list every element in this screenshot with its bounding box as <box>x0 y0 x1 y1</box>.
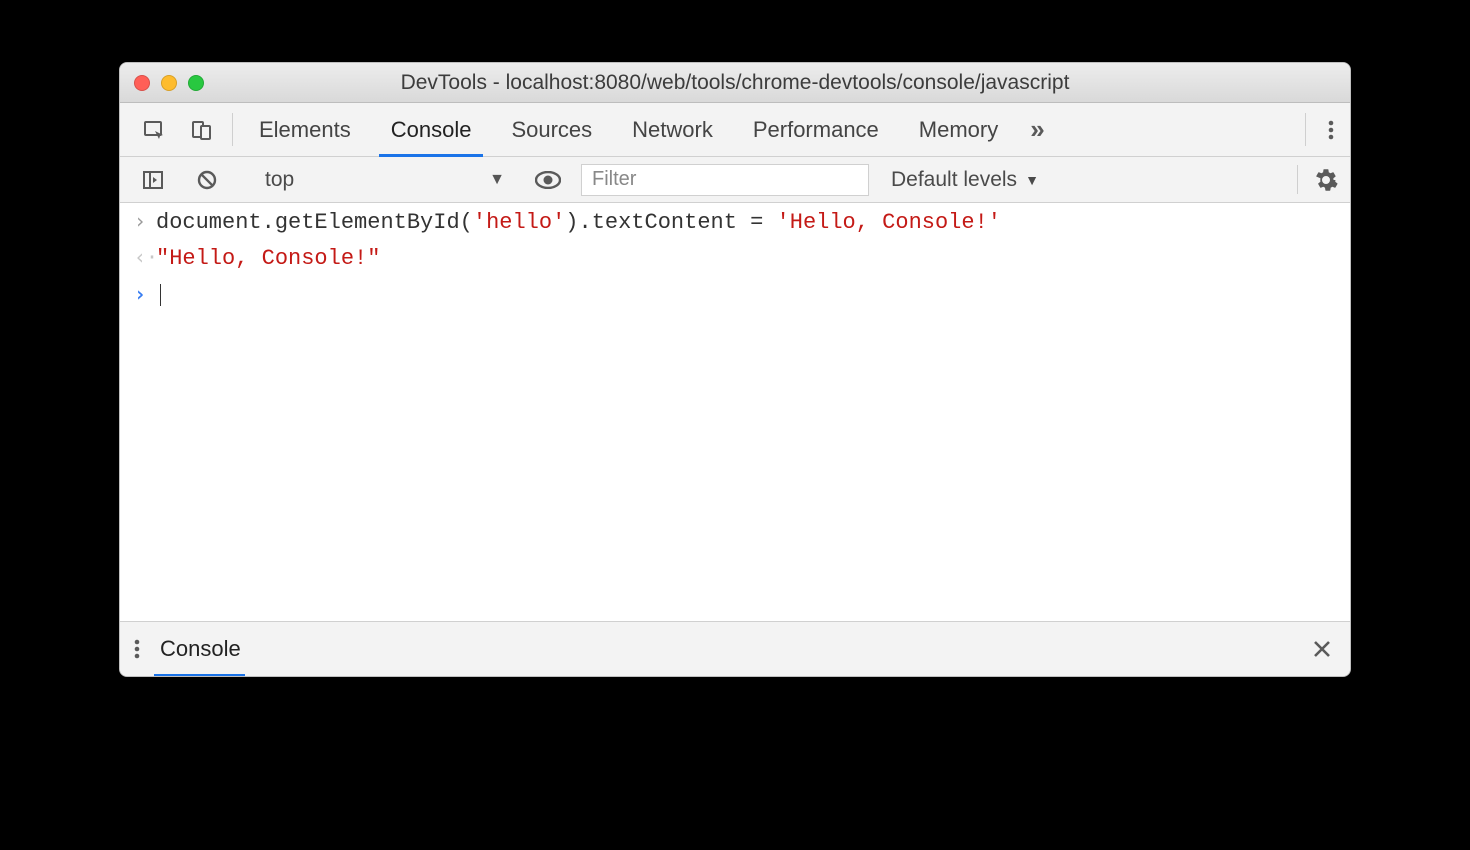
separator <box>232 113 233 146</box>
code-text: document.getElementById('hello').textCon… <box>156 205 1001 241</box>
output-marker-icon: ‹· <box>134 241 156 274</box>
prompt-input[interactable] <box>156 278 161 314</box>
console-prompt[interactable]: › <box>120 278 1350 314</box>
more-tabs-icon[interactable]: » <box>1018 103 1056 156</box>
separator <box>1297 165 1298 194</box>
tabs-right <box>1299 103 1350 156</box>
settings-gear-icon[interactable] <box>1302 157 1350 202</box>
kebab-menu-icon[interactable] <box>1312 103 1350 156</box>
main-tabs-bar: ElementsConsoleSourcesNetworkPerformance… <box>120 103 1350 157</box>
tab-network[interactable]: Network <box>612 103 733 156</box>
tab-elements[interactable]: Elements <box>239 103 371 156</box>
filter-input[interactable] <box>581 164 869 196</box>
devtools-window: DevTools - localhost:8080/web/tools/chro… <box>119 62 1351 677</box>
input-marker-icon: › <box>134 205 156 238</box>
console-toolbar: top ▼ Default levels ▼ <box>120 157 1350 203</box>
drawer-tab-console[interactable]: Console <box>154 622 255 676</box>
drawer-kebab-icon[interactable] <box>120 622 154 676</box>
tab-console[interactable]: Console <box>371 103 492 156</box>
levels-label: Default levels <box>891 168 1017 192</box>
window-close-button[interactable] <box>134 75 150 91</box>
code-text: "Hello, Console!" <box>156 241 380 277</box>
chevron-down-icon: ▼ <box>489 171 505 189</box>
console-input-line: ›document.getElementById('hello').textCo… <box>120 205 1350 241</box>
prompt-marker-icon: › <box>134 278 156 311</box>
window-title: DevTools - localhost:8080/web/tools/chro… <box>120 71 1350 95</box>
traffic-lights <box>120 75 204 91</box>
main-tabs: ElementsConsoleSourcesNetworkPerformance… <box>239 103 1018 156</box>
separator <box>1305 113 1306 146</box>
log-levels-selector[interactable]: Default levels ▼ <box>877 168 1053 192</box>
tab-performance[interactable]: Performance <box>733 103 899 156</box>
device-toolbar-icon[interactable] <box>178 103 226 156</box>
context-label: top <box>265 168 294 192</box>
drawer: Console <box>120 621 1350 676</box>
toggle-sidebar-icon[interactable] <box>130 169 176 191</box>
window-maximize-button[interactable] <box>188 75 204 91</box>
drawer-close-icon[interactable] <box>1294 622 1350 676</box>
chevron-down-icon: ▼ <box>1025 172 1039 188</box>
inspect-element-icon[interactable] <box>130 103 178 156</box>
window-minimize-button[interactable] <box>161 75 177 91</box>
titlebar: DevTools - localhost:8080/web/tools/chro… <box>120 63 1350 103</box>
clear-console-icon[interactable] <box>184 169 230 191</box>
live-expression-icon[interactable] <box>523 171 573 189</box>
console-output[interactable]: ›document.getElementById('hello').textCo… <box>120 203 1350 621</box>
tab-sources[interactable]: Sources <box>491 103 612 156</box>
execution-context-selector[interactable]: top ▼ <box>255 168 515 192</box>
tab-memory[interactable]: Memory <box>899 103 1018 156</box>
drawer-tab-label: Console <box>160 636 241 662</box>
console-output-line: ‹·"Hello, Console!" <box>120 241 1350 277</box>
